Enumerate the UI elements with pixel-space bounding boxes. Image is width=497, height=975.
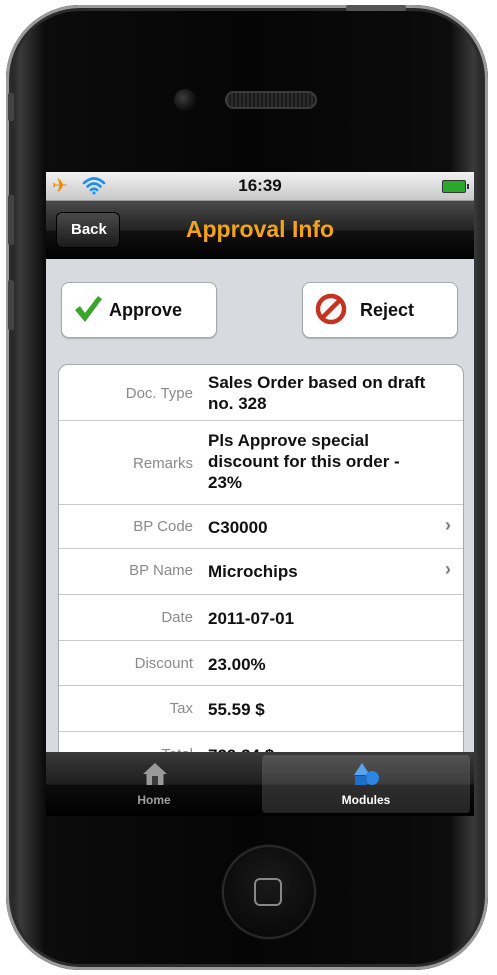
tab-home[interactable]: Home bbox=[50, 755, 258, 813]
battery-icon bbox=[442, 180, 469, 193]
row-label: Tax bbox=[169, 700, 193, 717]
status-bar: ✈ 16:39 bbox=[46, 172, 474, 201]
row-value: Microchips bbox=[208, 562, 298, 581]
camera-icon bbox=[174, 89, 196, 111]
navigation-bar: Back Approval Info bbox=[46, 201, 474, 259]
row-value: Sales Order based on draft no. 328 bbox=[208, 373, 426, 413]
reject-button[interactable]: Reject bbox=[302, 282, 458, 338]
table-row-date: Date 2011-07-01 bbox=[59, 595, 463, 641]
shapes-icon bbox=[354, 763, 379, 785]
checkmark-icon bbox=[75, 296, 102, 322]
volume-down-button bbox=[8, 280, 14, 330]
row-label: Date bbox=[161, 609, 193, 626]
table-row-remarks: Remarks Pls Approve special discount for… bbox=[59, 421, 463, 505]
approve-label: Approve bbox=[109, 300, 183, 320]
row-label: Discount bbox=[134, 655, 193, 672]
sleep-button bbox=[346, 5, 406, 11]
row-label: Remarks bbox=[132, 455, 193, 472]
table-row-discount: Discount 23.00% bbox=[59, 641, 463, 686]
prohibited-icon bbox=[315, 293, 347, 325]
table-row-tax: Tax 55.59 $ bbox=[59, 686, 463, 732]
tab-modules-label: Modules bbox=[341, 793, 391, 807]
chevron-right-icon: › bbox=[445, 515, 451, 535]
row-label: BP Name bbox=[129, 562, 193, 579]
home-square-icon bbox=[254, 878, 282, 906]
tab-modules[interactable]: Modules bbox=[262, 755, 470, 813]
status-time: 16:39 bbox=[238, 176, 282, 195]
speaker-grille bbox=[225, 91, 317, 109]
row-value: 23.00% bbox=[208, 655, 266, 674]
page-title: Approval Info bbox=[185, 216, 335, 242]
table-row-bp-code[interactable]: BP Code C30000 › bbox=[59, 505, 463, 549]
tab-bar: Home Modules bbox=[46, 752, 474, 816]
table-row-bp-name[interactable]: BP Name Microchips › bbox=[59, 549, 463, 595]
reject-label: Reject bbox=[360, 300, 415, 320]
row-label: Doc. Type bbox=[125, 385, 193, 402]
mute-switch bbox=[8, 93, 14, 121]
row-value: C30000 bbox=[208, 518, 268, 537]
app-screen: ✈ 16:39 Back Approval Info Approve Rejec… bbox=[46, 172, 474, 816]
approval-details-table: Doc. Type Sales Order based on draft no.… bbox=[58, 364, 464, 766]
tab-home-label: Home bbox=[137, 793, 171, 807]
chevron-right-icon: › bbox=[445, 559, 451, 579]
row-value: 2011-07-01 bbox=[208, 609, 295, 628]
house-icon bbox=[143, 763, 167, 785]
table-row-doc-type: Doc. Type Sales Order based on draft no.… bbox=[59, 365, 463, 421]
volume-up-button bbox=[8, 195, 14, 245]
approve-button[interactable]: Approve bbox=[61, 282, 217, 338]
row-value: 55.59 $ bbox=[208, 700, 265, 719]
row-value: Pls Approve special discount for this or… bbox=[208, 431, 400, 492]
row-label: BP Code bbox=[133, 518, 193, 535]
